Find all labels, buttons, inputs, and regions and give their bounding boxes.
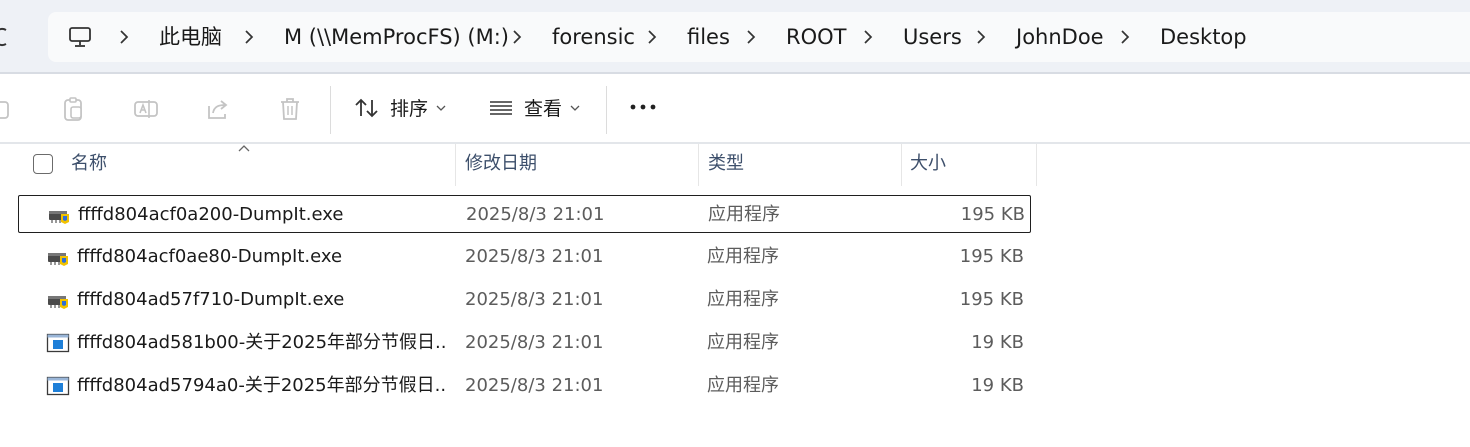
chevron-down-icon (570, 105, 580, 111)
breadcrumb-item[interactable]: Desktop (1160, 12, 1247, 62)
this-pc-icon[interactable] (68, 25, 92, 49)
chevron-right-icon[interactable] (244, 12, 258, 62)
column-divider[interactable] (698, 144, 699, 186)
rename-icon[interactable] (133, 96, 159, 122)
dumpit-app-icon (46, 290, 70, 310)
file-modified-date: 2025/8/3 21:01 (466, 204, 605, 225)
sort-button[interactable]: 排序 (354, 88, 454, 128)
chevron-right-icon[interactable] (647, 12, 661, 62)
file-size: 195 KB (959, 289, 1024, 310)
chevron-right-icon[interactable] (863, 12, 877, 62)
file-name: ffffd804ad581b00-关于2025年部分节假日... (77, 332, 447, 353)
breadcrumb-item[interactable]: JohnDoe (1016, 12, 1104, 62)
divider (330, 86, 331, 134)
file-row[interactable]: ffffd804ad57f710-DumpIt.exe 2025/8/3 21:0… (18, 281, 1031, 319)
file-name: ffffd804acf0ae80-DumpIt.exe (77, 246, 343, 267)
breadcrumb-item[interactable]: 此电脑 (159, 12, 222, 62)
file-modified-date: 2025/8/3 21:01 (465, 332, 604, 353)
file-size: 195 KB (959, 246, 1024, 267)
file-name: ffffd804acf0a200-DumpIt.exe (78, 204, 344, 225)
view-button[interactable]: 查看 (488, 88, 588, 128)
select-all-checkbox[interactable] (33, 154, 53, 174)
breadcrumb-item[interactable]: M (\\MemProcFS) (M:) (284, 12, 509, 62)
column-divider[interactable] (901, 144, 902, 186)
column-header: 名称 修改日期 类型 大小 (0, 144, 1470, 186)
copy-icon[interactable] (0, 96, 16, 122)
chevron-right-icon[interactable] (746, 12, 760, 62)
file-row[interactable]: ffffd804ad581b00-关于2025年部分节假日... 2025/8/3… (18, 324, 1031, 362)
file-modified-date: 2025/8/3 21:01 (465, 375, 604, 396)
dumpit-app-icon (46, 247, 70, 267)
file-size: 19 KB (971, 332, 1024, 353)
file-type: 应用程序 (707, 332, 779, 353)
file-row[interactable]: ffffd804ad5794a0-关于2025年部分节假日... 2025/8/3… (18, 367, 1031, 405)
view-label: 查看 (524, 98, 563, 120)
chevron-right-icon[interactable] (512, 12, 526, 62)
dumpit-app-icon (47, 205, 71, 225)
column-divider[interactable] (455, 144, 456, 186)
breadcrumb-item[interactable]: files (687, 12, 730, 62)
sort-icon (355, 98, 378, 118)
file-type: 应用程序 (708, 204, 780, 225)
chevron-right-icon[interactable] (119, 12, 133, 62)
view-icon (490, 101, 512, 115)
refresh-icon[interactable] (0, 22, 14, 52)
more-icon (630, 104, 656, 110)
column-type[interactable]: 类型 (708, 144, 744, 186)
window-app-icon (46, 376, 70, 396)
file-size: 195 KB (960, 204, 1025, 225)
file-modified-date: 2025/8/3 21:01 (465, 289, 604, 310)
window-app-icon (46, 333, 70, 353)
file-row[interactable]: ffffd804acf0a200-DumpIt.exe 2025/8/3 21:0… (18, 195, 1031, 233)
breadcrumb-item[interactable]: forensic (552, 12, 635, 62)
file-name: ffffd804ad5794a0-关于2025年部分节假日... (77, 375, 447, 396)
file-modified-date: 2025/8/3 21:01 (465, 246, 604, 267)
file-type: 应用程序 (707, 375, 779, 396)
chevron-right-icon[interactable] (976, 12, 990, 62)
divider (606, 86, 607, 134)
breadcrumb-item[interactable]: ROOT (786, 12, 846, 62)
column-size[interactable]: 大小 (910, 144, 946, 186)
file-row[interactable]: ffffd804acf0ae80-DumpIt.exe 2025/8/3 21:0… (18, 238, 1031, 276)
more-options-button[interactable] (626, 88, 660, 128)
file-type: 应用程序 (707, 246, 779, 267)
file-size: 19 KB (971, 375, 1024, 396)
address-bar-area: 此电脑 M (\\MemProcFS) (M:) forensic files ROOT… (0, 0, 1470, 72)
column-name[interactable]: 名称 (71, 144, 107, 186)
file-name: ffffd804ad57f710-DumpIt.exe (77, 289, 345, 310)
address-bar[interactable]: 此电脑 M (\\MemProcFS) (M:) forensic files ROOT… (48, 12, 1470, 62)
paste-icon[interactable] (61, 96, 87, 122)
share-icon[interactable] (205, 96, 231, 122)
column-modified[interactable]: 修改日期 (465, 144, 537, 186)
command-bar: 排序 查看 (0, 74, 1470, 142)
sort-label: 排序 (390, 98, 429, 120)
breadcrumb-item[interactable]: Users (903, 12, 962, 62)
chevron-right-icon[interactable] (1120, 12, 1134, 62)
chevron-down-icon (436, 105, 446, 111)
file-type: 应用程序 (707, 289, 779, 310)
column-divider[interactable] (1036, 144, 1037, 186)
delete-icon[interactable] (277, 96, 303, 122)
